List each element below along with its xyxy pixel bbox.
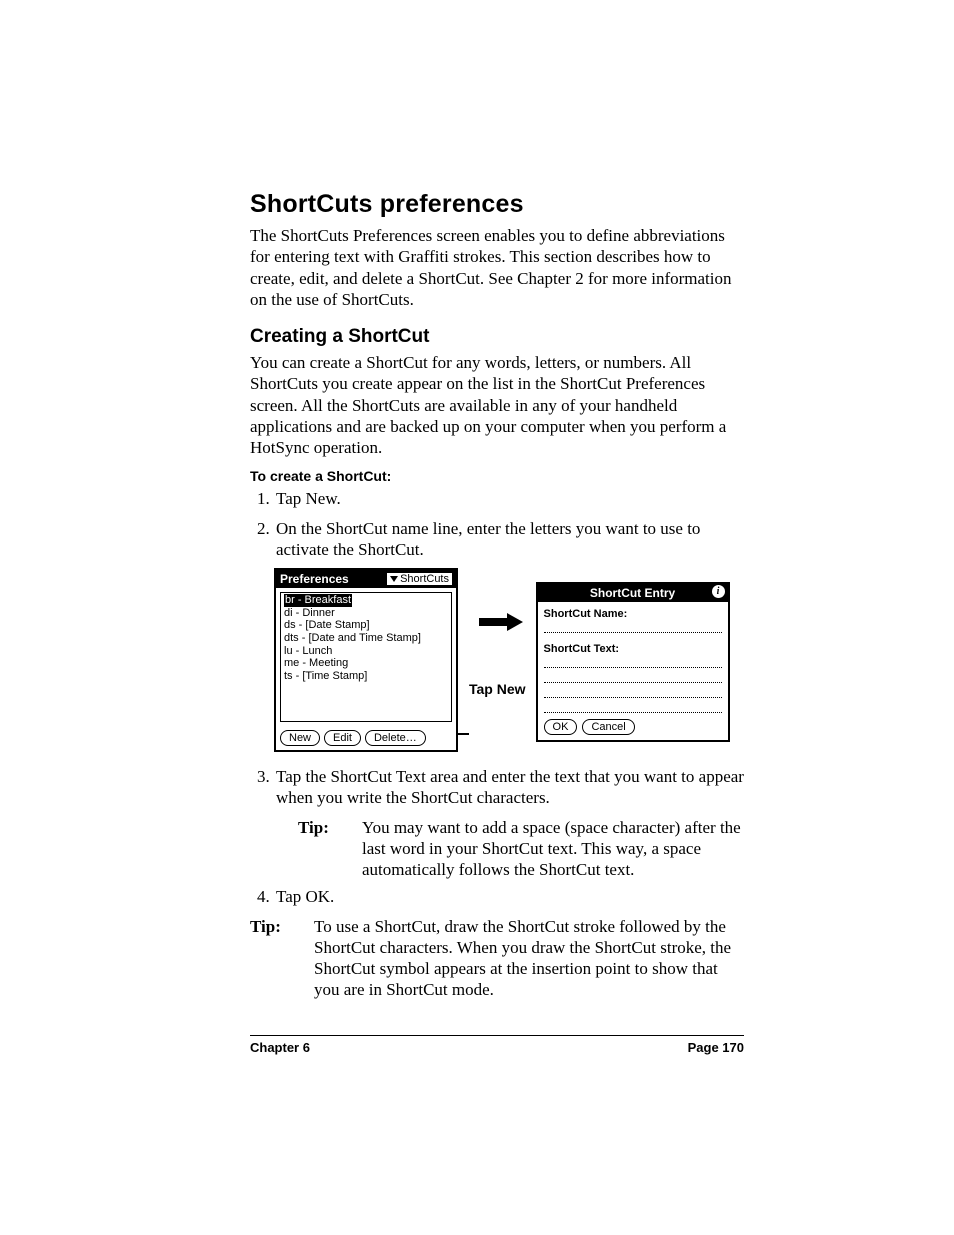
shortcut-text-input[interactable] (544, 685, 722, 698)
info-icon[interactable]: i (712, 585, 725, 598)
footer-chapter: Chapter 6 (250, 1040, 310, 1055)
shortcut-name-label: ShortCut Name: (544, 608, 722, 620)
callout-connector (458, 733, 469, 735)
create-intro-paragraph: You can create a ShortCut for any words,… (250, 352, 744, 458)
delete-button[interactable]: Delete… (365, 730, 426, 746)
entry-title: ShortCut Entry (590, 586, 675, 600)
figure: Preferences ShortCuts br - Breakfast di … (274, 568, 744, 752)
list-item[interactable]: ts - [Time Stamp] (284, 670, 448, 683)
tip-label: Tip: (250, 916, 314, 1001)
shortcut-name-input[interactable] (544, 620, 722, 633)
list-item[interactable]: di - Dinner (284, 607, 448, 620)
step-1: Tap New. (274, 488, 744, 509)
step-3: Tap the ShortCut Text area and enter the… (274, 766, 744, 809)
page-title: ShortCuts preferences (250, 190, 744, 219)
tip-label: Tip: (298, 817, 362, 881)
tip-text: To use a ShortCut, draw the ShortCut str… (314, 916, 744, 1001)
callout-label: Tap New (469, 681, 526, 697)
edit-button[interactable]: Edit (324, 730, 361, 746)
shortcuts-list[interactable]: br - Breakfast di - Dinner ds - [Date St… (280, 592, 452, 722)
shortcut-entry-dialog: ShortCut Entry i ShortCut Name: ShortCut… (536, 582, 730, 742)
prefs-dropdown[interactable]: ShortCuts (387, 573, 452, 585)
shortcut-text-label: ShortCut Text: (544, 643, 722, 655)
step-2: On the ShortCut name line, enter the let… (274, 518, 744, 561)
chevron-down-icon (390, 576, 398, 582)
list-item[interactable]: lu - Lunch (284, 645, 448, 658)
shortcut-text-input[interactable] (544, 700, 722, 713)
footer-page: Page 170 (688, 1040, 744, 1055)
list-item[interactable]: ds - [Date Stamp] (284, 619, 448, 632)
new-button[interactable]: New (280, 730, 320, 746)
section-heading: Creating a ShortCut (250, 326, 744, 348)
step-4: Tap OK. (274, 886, 744, 907)
preferences-screen: Preferences ShortCuts br - Breakfast di … (274, 568, 458, 752)
ok-button[interactable]: OK (544, 719, 578, 735)
shortcut-text-input[interactable] (544, 670, 722, 683)
list-item[interactable]: dts - [Date and Time Stamp] (284, 632, 448, 645)
tip-text: You may want to add a space (space chara… (362, 817, 744, 881)
shortcut-text-input[interactable] (544, 655, 722, 668)
prefs-title: Preferences (280, 572, 349, 586)
list-item[interactable]: br - Breakfast (284, 594, 352, 607)
intro-paragraph: The ShortCuts Preferences screen enables… (250, 225, 744, 310)
page-footer: Chapter 6 Page 170 (250, 1035, 744, 1055)
arrow-right-icon (479, 613, 523, 631)
list-item[interactable]: me - Meeting (284, 657, 448, 670)
steps-heading: To create a ShortCut: (250, 468, 744, 484)
cancel-button[interactable]: Cancel (582, 719, 634, 735)
